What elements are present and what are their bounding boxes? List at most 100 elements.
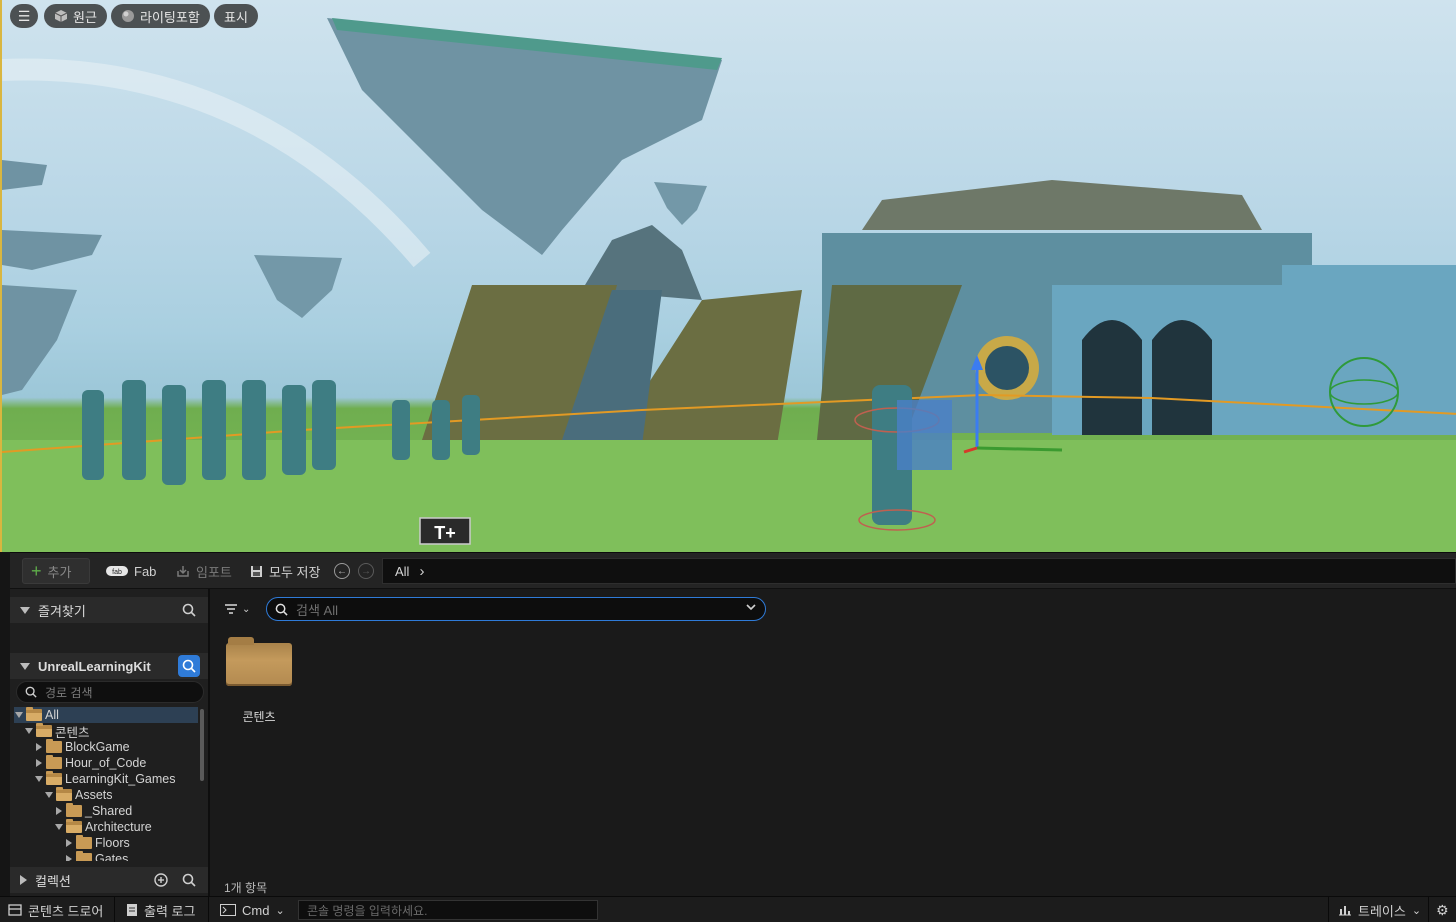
project-header[interactable]: UnrealLearningKit [10, 653, 208, 679]
history-nav: ← → [332, 558, 376, 584]
expand-arrow-icon[interactable] [64, 854, 74, 861]
breadcrumb-all[interactable]: All [395, 564, 409, 579]
add-label: 추가 [47, 564, 72, 580]
gear-icon: ⚙ [1436, 901, 1449, 918]
asset-tile[interactable]: 콘텐츠 [222, 633, 296, 725]
content-browser: + 추가 fab Fab 임포트 모두 저장 ← → All › 즐겨찾기 Un… [10, 552, 1456, 897]
folder-icon [36, 723, 52, 737]
save-all-label: 모두 저장 [269, 564, 321, 580]
tree-item-label: LearningKit_Games [65, 772, 176, 786]
tree-item-blockgame[interactable]: BlockGame [14, 739, 198, 755]
filter-icon [225, 604, 237, 614]
tree-item-learningkit-games[interactable]: LearningKit_Games [14, 771, 198, 787]
asset-view: ⌄ 검색 All 콘텐츠 1개 항목 [212, 589, 1456, 897]
tree-item-label: Architecture [85, 820, 152, 834]
tree-item-content[interactable]: 콘텐츠 [14, 723, 198, 740]
cube-icon [54, 10, 68, 22]
perspective-button[interactable]: 원근 [44, 4, 107, 28]
tree-item-label: 콘텐츠 [55, 725, 90, 740]
search-toggle-icon[interactable] [178, 655, 200, 677]
tree-item-gates[interactable]: Gates [14, 851, 198, 861]
save-icon [251, 565, 262, 577]
tree-item-architecture[interactable]: Architecture [14, 819, 198, 835]
tree-item-floors[interactable]: Floors [14, 835, 198, 851]
folder-icon [56, 787, 72, 801]
content-drawer-button[interactable]: 콘텐츠 드로어 [8, 901, 103, 919]
plus-icon: + [31, 561, 42, 581]
path-search-input[interactable]: 경로 검색 [16, 681, 204, 703]
folder-icon [26, 707, 42, 721]
add-button[interactable]: + 추가 [22, 558, 90, 584]
tree-item-hour-of-code[interactable]: Hour_of_Code [14, 755, 198, 771]
import-button[interactable]: 임포트 [168, 558, 240, 584]
fab-icon: fab [106, 566, 128, 576]
expand-arrow-icon[interactable] [34, 774, 44, 784]
trace-label: 트레이스 [1358, 903, 1406, 919]
forward-arrow-icon[interactable]: → [358, 563, 374, 579]
save-all-button[interactable]: 모두 저장 [242, 558, 328, 584]
svg-text:T+: T+ [434, 523, 456, 543]
folder-tree: All 콘텐츠 BlockGame Hour_of_Code LearningK [14, 707, 198, 861]
expand-arrow-icon[interactable] [54, 806, 64, 816]
filter-button[interactable]: ⌄ [224, 599, 258, 619]
expand-arrow-icon [20, 875, 27, 885]
tree-scrollbar[interactable] [200, 709, 204, 781]
collections-label: 컬렉션 [35, 873, 71, 889]
fab-button[interactable]: fab Fab [98, 558, 164, 584]
tree-item-label: Gates [95, 852, 129, 861]
fab-label: Fab [134, 563, 157, 579]
tree-item-all[interactable]: All [14, 707, 198, 723]
back-arrow-icon[interactable]: ← [334, 563, 350, 579]
folder-icon [76, 851, 92, 861]
collections-header[interactable]: 컬렉션 [10, 867, 208, 893]
cmd-dropdown[interactable]: Cmd ⌄ [220, 901, 285, 919]
path-search-placeholder: 경로 검색 [45, 685, 93, 700]
chevron-down-icon: ⌄ [1411, 904, 1422, 917]
svg-text:fab: fab [112, 569, 122, 576]
expand-arrow-icon[interactable] [34, 742, 44, 752]
hamburger-icon: ☰ [17, 7, 31, 24]
tree-item-label: BlockGame [65, 740, 130, 754]
level-viewport[interactable]: T+ ☰ 원근 라이팅포함 표시 [0, 0, 1456, 552]
settings-button[interactable]: ⚙ [1436, 901, 1449, 919]
sphere-icon [122, 10, 134, 22]
expand-arrow-icon[interactable] [44, 790, 54, 800]
expand-arrow-icon[interactable] [34, 758, 44, 768]
status-bar: 콘텐츠 드로어 출력 로그 Cmd ⌄ 콘솔 명령을 입력하세요. 트레이스 ⌄… [0, 896, 1456, 922]
tree-item-assets[interactable]: Assets [14, 787, 198, 803]
lighting-mode-button[interactable]: 라이팅포함 [111, 4, 210, 28]
folder-icon [46, 755, 62, 769]
trace-dropdown[interactable]: 트레이스 ⌄ [1338, 901, 1421, 919]
log-icon [127, 904, 137, 916]
search-icon[interactable] [178, 599, 200, 621]
chevron-down-icon[interactable] [745, 601, 757, 616]
collapse-arrow-icon [20, 606, 30, 614]
folder-icon [46, 771, 62, 785]
favorites-label: 즐겨찾기 [38, 603, 86, 619]
viewport-menu-button[interactable]: ☰ [10, 4, 38, 28]
search-icon[interactable] [178, 869, 200, 891]
tree-item-shared[interactable]: _Shared [14, 803, 198, 819]
expand-arrow-icon[interactable] [24, 726, 34, 736]
favorites-header[interactable]: 즐겨찾기 [10, 597, 208, 623]
expand-arrow-icon[interactable] [14, 710, 24, 720]
viewport-scene: T+ [2, 18, 1456, 552]
search-icon [275, 603, 288, 616]
chevron-right-icon[interactable]: › [419, 563, 424, 580]
show-label: 표시 [224, 9, 248, 25]
cmd-label: Cmd [242, 902, 270, 918]
output-log-button[interactable]: 출력 로그 [126, 901, 195, 919]
path-breadcrumb: All › [382, 558, 1456, 584]
import-icon [177, 566, 189, 577]
add-collection-icon[interactable] [150, 869, 172, 891]
tree-item-label: _Shared [85, 804, 133, 818]
expand-arrow-icon[interactable] [54, 822, 64, 832]
sources-panel: 즐겨찾기 UnrealLearningKit 경로 검색 All 콘텐츠 Blo… [10, 589, 210, 897]
show-button[interactable]: 표시 [214, 4, 258, 28]
console-command-input[interactable]: 콘솔 명령을 입력하세요. [298, 900, 598, 920]
chevron-down-icon: ⌄ [242, 603, 251, 615]
asset-search-input[interactable]: 검색 All [266, 597, 766, 621]
expand-arrow-icon[interactable] [64, 838, 74, 848]
console-placeholder: 콘솔 명령을 입력하세요. [307, 903, 428, 918]
chevron-down-icon: ⌄ [275, 904, 285, 917]
